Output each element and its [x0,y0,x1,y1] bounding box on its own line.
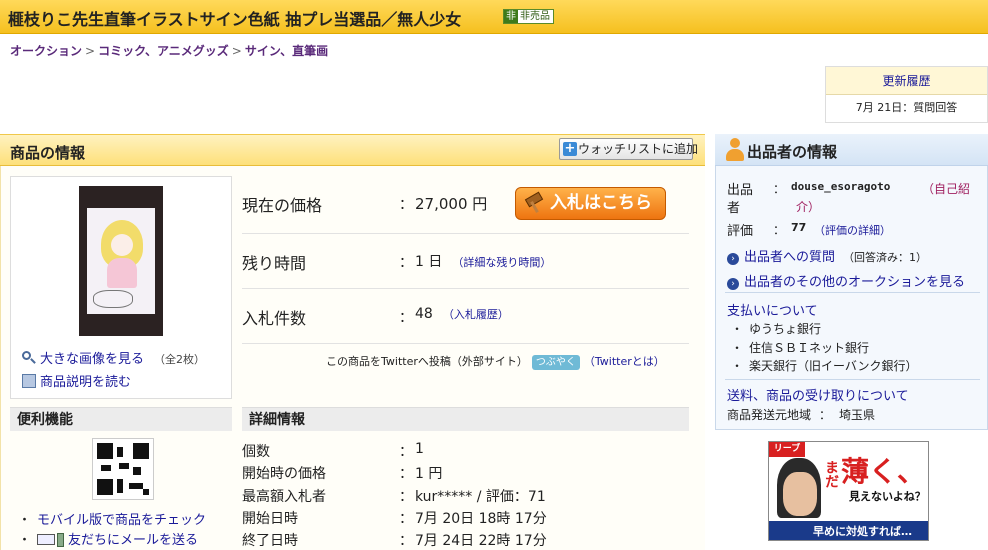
add-watchlist-button[interactable]: + ウォッチリストに追加 [559,138,698,160]
qr-code [92,438,154,500]
rating-detail-link[interactable]: （評価の詳細） [814,222,891,238]
update-history-entry: 7月 21日：質問回答 [855,101,958,114]
self-intro-link[interactable]: （自己紹 [922,180,970,197]
payment-item: ・ゆうちょ銀行 [731,322,822,336]
plus-icon: + [563,141,577,156]
view-large-image[interactable]: 大きな画像を見る （全2枚） [22,348,205,367]
phone-icon [57,533,65,547]
payment-link[interactable]: 支払いについて [727,300,818,319]
update-history-title[interactable]: 更新履歴 [826,67,987,95]
other-auctions-link[interactable]: › 出品者のその他のオークションを見る [727,271,965,290]
breadcrumb-auction[interactable]: オークション [10,44,82,58]
mobile-check-link[interactable]: ・モバイル版で商品をチェック [18,509,206,528]
shipping-region: 商品発送元地域：埼玉県 [727,408,876,422]
mail-friend-link[interactable]: ・友だちにメールを送る [18,529,198,548]
seller-rating: 77 [791,221,807,234]
badge-text: 非売品 [520,11,550,22]
time-detail-link[interactable]: （詳細な残り時間） [452,256,551,269]
details-header: 詳細情報 [242,407,689,431]
current-price: 27,000 円 [415,195,488,213]
arrow-right-icon: › [727,253,739,265]
page-title: 榧枝りこ先生直筆イラストサイン色紙 抽プレ当選品／無人少女 [8,10,462,29]
mail-icon [37,534,56,545]
question-link[interactable]: › 出品者への質問 （回答済み：1） [727,246,927,265]
bid-button[interactable]: 入札はこちら [515,187,666,220]
person-icon [724,138,746,162]
bid-history-link[interactable]: （入札履歴） [443,308,509,321]
item-thumbnail[interactable] [79,186,163,336]
twitter-help-link[interactable]: （Twitterとは） [584,355,665,368]
not-for-sale-badge: 非非売品 [503,9,554,24]
seller-header: 出品者の情報 [715,134,988,166]
read-description[interactable]: 商品説明を読む [22,371,131,390]
magnifier-icon [22,351,36,365]
tools-header: 便利機能 [10,407,232,431]
payment-item: ・楽天銀行（旧イーバンク銀行） [731,359,918,373]
title-bar: 榧枝りこ先生直筆イラストサイン色紙 抽プレ当選品／無人少女 非非売品 [0,0,988,34]
bid-count: 48 [415,306,433,322]
payment-item: ・住信ＳＢＩネット銀行 [731,341,870,355]
breadcrumb: オークション > コミック、アニメグッズ > サイン、直筆画 [10,44,329,58]
badge-mark: 非 [504,10,518,23]
arrow-right-icon: › [727,278,739,290]
hammer-icon [524,195,544,213]
breadcrumb-sign[interactable]: サイン、直筆画 [245,44,328,58]
item-info-title: 商品の情報 [10,144,86,162]
bids-row: 入札件数 ： 48 （入札履歴） [242,289,689,344]
advertisement-banner[interactable]: リーブ21 まだ 薄く、 見えないよね？ 早めに対処すれば… [768,441,929,541]
breadcrumb-comic-anime[interactable]: コミック、アニメグッズ [98,44,229,58]
update-history: 更新履歴 7月 21日：質問回答 [825,66,988,123]
tweet-button[interactable]: つぶやく [531,355,580,370]
shipping-link[interactable]: 送料、商品の受け取りについて [727,385,909,404]
seller-name[interactable]: douse_esoragoto [791,180,890,193]
twitter-share: この商品をTwitterへ投稿（外部サイト） つぶやく （Twitterとは） [326,355,665,370]
book-icon [22,374,36,388]
time-row: 残り時間 ： 1 日（詳細な残り時間） [242,234,689,289]
time-remaining: 1 日 [415,254,443,270]
seller-title: 出品者の情報 [747,143,838,161]
